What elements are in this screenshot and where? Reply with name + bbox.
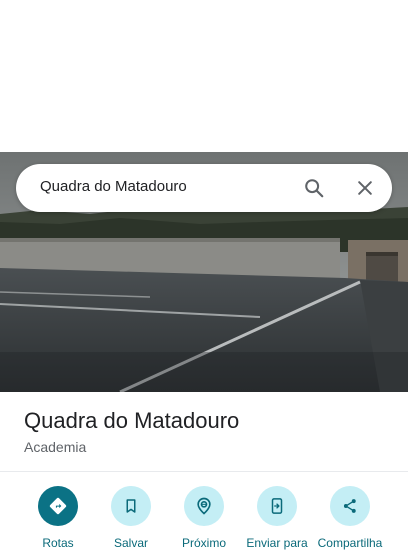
place-title: Quadra do Matadouro	[24, 408, 240, 433]
nearby-label: Próximo	[181, 536, 226, 550]
divider	[0, 471, 408, 472]
send-to-phone-label: Enviar para	[246, 536, 308, 550]
share-button[interactable]: Compartilha	[310, 486, 390, 550]
directions-label: Rotas	[42, 536, 74, 550]
search-input[interactable]: Quadra do Matadouro	[40, 178, 187, 195]
nearby-button[interactable]: Próximo	[164, 486, 244, 550]
share-icon	[330, 486, 370, 526]
bookmark-icon	[111, 486, 151, 526]
place-header: Quadra do Matadouro Academia	[24, 406, 239, 457]
directions-icon	[38, 486, 78, 526]
close-icon[interactable]	[353, 176, 377, 200]
share-label: Compartilha	[317, 536, 383, 550]
save-label: Salvar	[113, 536, 148, 550]
action-bar: Rotas Salvar Próximo Enviar para Compart…	[0, 486, 408, 550]
send-to-phone-icon	[257, 486, 297, 526]
directions-button[interactable]: Rotas	[18, 486, 98, 550]
place-category[interactable]: Academia	[24, 437, 239, 457]
nearby-icon	[184, 486, 224, 526]
send-to-phone-button[interactable]: Enviar para	[237, 486, 317, 550]
search-icon[interactable]	[302, 176, 326, 200]
save-button[interactable]: Salvar	[91, 486, 171, 550]
search-bar[interactable]: Quadra do Matadouro	[16, 164, 392, 212]
